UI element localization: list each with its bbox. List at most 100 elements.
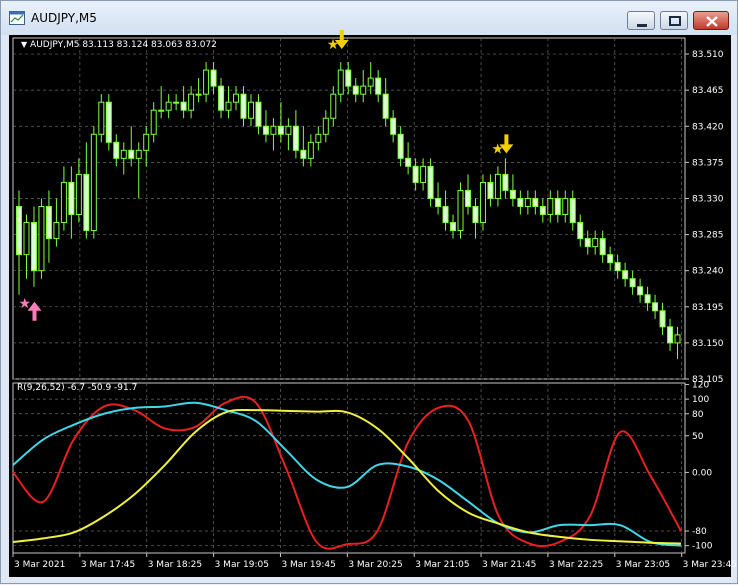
candle-body [569,197,576,224]
candle-body [382,93,389,119]
candle-body [307,141,314,159]
candle-body [322,117,329,135]
candle-body [435,197,442,207]
candle-body [562,197,569,216]
indicator-tick-label: 100 [692,395,709,405]
candle-body [225,101,232,111]
candle-body [285,125,292,135]
candle-body [105,101,112,143]
candle-body [517,197,524,207]
candle-body [464,189,471,207]
indicator-tick-label: -80 [692,527,707,537]
time-tick-label: 3 Mar 17:45 [81,560,135,570]
candle-body [637,286,644,296]
candle-body [494,173,501,199]
candle-body [68,181,75,216]
candle-body [270,125,277,135]
price-tick-label: 83.285 [692,231,724,241]
candle-body [158,109,165,112]
candle-body [30,222,37,272]
price-tick-label: 83.330 [692,194,724,204]
time-tick-label: 3 Mar 19:05 [215,560,269,570]
indicator-tick-label: 0.00 [692,468,712,478]
candle-body [667,326,674,344]
candle-body [262,125,269,135]
time-tick-label: 3 Mar 19:45 [281,560,335,570]
candle-body [120,149,127,159]
candle-body [487,181,494,199]
candle-body [330,93,337,119]
candle-body [629,278,636,288]
time-tick-label: 3 Mar 22:25 [549,560,603,570]
candle-body [472,205,479,224]
candle-body [614,262,621,272]
candle-body [218,85,225,111]
price-tick-label: 83.420 [692,122,724,132]
candle-body [479,181,486,224]
price-tick-label: 83.375 [692,158,724,168]
candle-body [113,141,120,159]
candle-body [502,173,509,191]
candle-body [98,101,105,135]
chart-svg[interactable]: ★ ★ ★ 83.510 83.465 83.420 83.375 83.330 83.285… [1,1,738,585]
candle-body [247,101,254,119]
candle-body [405,157,412,167]
candle-body [607,254,614,264]
indicator-tick-label: -100 [692,542,713,552]
candle-body [554,197,561,216]
indicator-plot-border [12,382,686,554]
time-tick-label: 3 Mar 23:45 [683,560,737,570]
star-icon: ★ [491,141,504,157]
candle-body [16,205,22,256]
candle-body [195,93,202,96]
candle-body [442,205,449,224]
candle-body [135,149,142,159]
time-tick-label: 3 Mar 2021 [14,560,65,570]
candle-body [45,205,52,240]
candle-body [90,133,97,232]
star-icon: ★ [327,37,340,53]
candle-body [547,197,554,216]
chart-window: AUDJPY,M5 ★ ★ ★ 83.510 83.465 83.420 83.375 83… [0,0,738,584]
time-tick-label: 3 Mar 23:05 [616,560,670,570]
candle-body [83,173,90,232]
candle-body [584,238,591,248]
star-icon: ★ [18,296,31,312]
candle-body [75,173,82,216]
candle-body [188,93,195,111]
candle-body [300,149,307,159]
symbol-dropdown-icon[interactable]: ▼ [21,40,27,49]
candle-body [233,93,240,103]
candle-body [577,222,584,240]
candle-body [524,197,531,207]
candle-body [60,181,67,224]
indicator-tick-label: 120 [692,380,709,390]
candle-body [173,101,180,104]
time-tick-label: 3 Mar 21:45 [482,560,536,570]
candle-body [622,270,629,280]
candle-body [420,165,427,183]
candle-body [255,101,262,127]
candle-body [427,165,434,199]
candle-body [539,205,546,216]
candle-body [240,93,247,119]
time-tick-label: 3 Mar 18:25 [148,560,202,570]
candle-body [203,69,210,95]
candle-body [143,133,150,151]
candle-body [592,238,599,248]
candle-body [38,205,45,272]
candle-body [457,189,464,232]
candle-body [532,197,539,207]
indicator-tick-label: 80 [692,410,704,420]
candle-body [53,222,60,240]
candle-body [337,69,344,95]
candle-body [644,294,651,304]
candle-body [315,133,322,143]
candle-body [277,125,284,135]
time-tick-label: 3 Mar 21:05 [415,560,469,570]
candle-body [367,77,374,87]
price-tick-label: 83.150 [692,339,724,349]
candle-body [652,302,659,312]
candle-body [352,85,359,95]
candle-body [128,149,135,159]
